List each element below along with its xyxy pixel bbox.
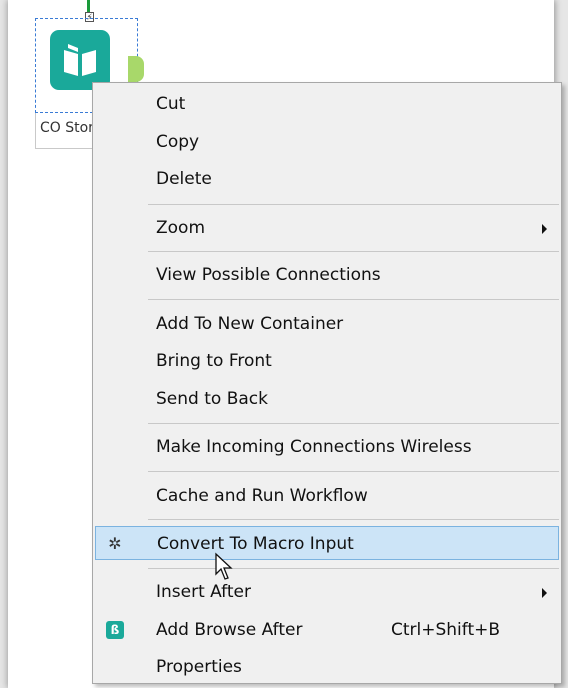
menu-item-label: Delete	[156, 169, 212, 189]
menu-item-properties[interactable]: Properties	[95, 650, 559, 684]
menu-item-cut[interactable]: Cut	[95, 87, 559, 121]
binoculars-icon: ß	[106, 621, 124, 639]
menu-item-label: Add Browse After	[156, 620, 303, 640]
menu-item-label: Add To New Container	[156, 314, 344, 334]
menu-separator	[148, 204, 559, 205]
submenu-arrow-icon	[542, 588, 547, 598]
menu-separator	[148, 471, 559, 472]
menu-separator	[148, 423, 559, 424]
menu-item-send-to-back[interactable]: Send to Back	[95, 382, 559, 416]
menu-item-cache-and-run[interactable]: Cache and Run Workflow	[95, 479, 559, 513]
menu-item-label: View Possible Connections	[156, 265, 381, 285]
menu-separator	[148, 299, 559, 300]
menu-item-label: Cache and Run Workflow	[156, 486, 368, 506]
menu-item-shortcut: Ctrl+Shift+B	[391, 620, 501, 640]
menu-item-zoom[interactable]: Zoom	[95, 211, 559, 245]
menu-separator	[148, 519, 559, 520]
gear-icon: ✲	[108, 534, 122, 553]
menu-item-label: Convert To Macro Input	[157, 534, 354, 554]
menu-item-copy[interactable]: Copy	[95, 125, 559, 159]
menu-item-label: Make Incoming Connections Wireless	[156, 437, 472, 457]
submenu-arrow-icon	[542, 224, 547, 234]
menu-item-label: Zoom	[156, 218, 206, 238]
menu-item-bring-to-front[interactable]: Bring to Front	[95, 344, 559, 378]
mouse-cursor-icon	[215, 552, 233, 580]
menu-item-convert-to-macro-input[interactable]: ✲ Convert To Macro Input	[95, 526, 559, 560]
menu-item-add-browse-after[interactable]: ß Add Browse After Ctrl+Shift+B	[95, 613, 559, 647]
menu-item-delete[interactable]: Delete	[95, 162, 559, 196]
menu-separator	[148, 568, 559, 569]
menu-item-label: Cut	[156, 94, 186, 114]
menu-item-label: Send to Back	[156, 389, 268, 409]
menu-item-label: Properties	[156, 657, 242, 677]
menu-item-insert-after[interactable]: Insert After	[95, 575, 559, 609]
menu-item-view-possible-connections[interactable]: View Possible Connections	[95, 258, 559, 292]
output-anchor[interactable]	[128, 56, 144, 82]
book-icon[interactable]	[50, 30, 110, 90]
menu-item-make-incoming-wireless[interactable]: Make Incoming Connections Wireless	[95, 430, 559, 464]
menu-item-label: Bring to Front	[156, 351, 272, 371]
menu-item-add-to-new-container[interactable]: Add To New Container	[95, 307, 559, 341]
menu-item-label: Insert After	[156, 582, 251, 602]
menu-item-label: Copy	[156, 132, 200, 152]
context-menu: Cut Copy Delete Zoom View Possible Conne…	[92, 82, 562, 684]
menu-separator	[148, 251, 559, 252]
connection-wire	[87, 0, 90, 12]
tool-label: CO Store	[40, 120, 100, 136]
